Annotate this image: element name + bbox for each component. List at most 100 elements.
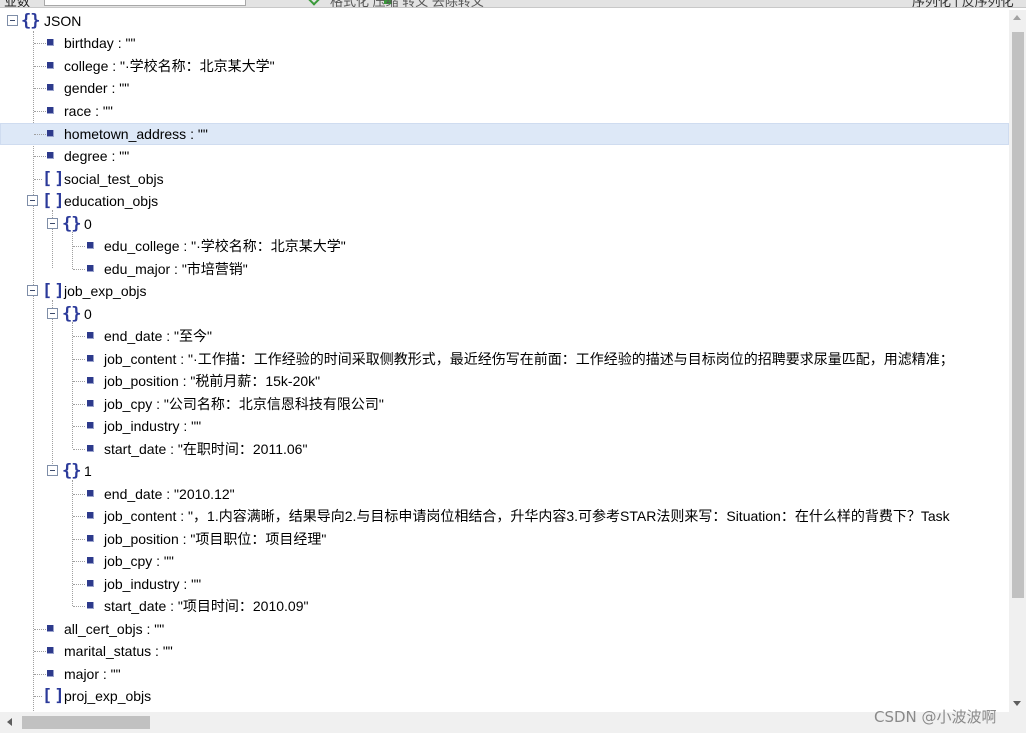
vertical-scroll-thumb[interactable]: [1012, 32, 1024, 598]
tree-node-job-content[interactable]: job_content : "·工作描：工作经验的时间采取侧教形式，最近经伤写在…: [0, 348, 1009, 370]
collapse-icon[interactable]: [47, 308, 58, 319]
collapse-icon[interactable]: [27, 195, 38, 206]
tree-node-job-exp-0[interactable]: {} 0: [0, 303, 1009, 325]
property-icon: [47, 107, 54, 114]
property-icon: [47, 152, 54, 159]
tree-node-label: end_date : "至今": [104, 328, 213, 344]
property-icon: [87, 557, 94, 564]
tree-node-job-content[interactable]: job_content : "，1.内容满晰，结果导向2.与目标申请岗位相结合，…: [0, 505, 1009, 527]
tree-node-root[interactable]: {} JSON: [0, 10, 1009, 32]
tree-node-label: start_date : "项目时间：2010.09": [104, 598, 309, 614]
tree-node-marital-status[interactable]: marital_status : "": [0, 640, 1009, 662]
vertical-scrollbar[interactable]: [1009, 10, 1026, 712]
tree-node-label: job_industry : "": [104, 418, 202, 434]
toolbar-right-actions[interactable]: 序列化 | 反序列化: [912, 0, 1014, 7]
tree-node-label: job_cpy : "公司名称：北京信恩科技有限公司": [104, 396, 384, 412]
tree-node-end-date[interactable]: end_date : "至今": [0, 325, 1009, 347]
tree-node-start-date[interactable]: start_date : "项目时间：2010.09": [0, 595, 1009, 617]
array-icon: []: [42, 281, 67, 301]
array-icon: []: [42, 191, 67, 211]
object-icon: {}: [62, 214, 82, 234]
collapse-icon[interactable]: [7, 15, 18, 26]
tree-node-major[interactable]: major : "": [0, 663, 1009, 685]
tree-node-start-date[interactable]: start_date : "在职时间：2011.06": [0, 438, 1009, 460]
tree-node-label: 1: [84, 463, 92, 479]
property-icon: [47, 84, 54, 91]
tree-node-gender[interactable]: gender : "": [0, 77, 1009, 99]
property-icon: [47, 625, 54, 632]
tree-node-proj-exp-objs[interactable]: [] proj_exp_objs: [0, 685, 1009, 707]
tree-node-label: 0: [84, 306, 92, 322]
watermark: CSDN @小波波啊: [874, 708, 997, 726]
tree-node-education-0[interactable]: {} 0: [0, 213, 1009, 235]
tree-node-job-exp-1[interactable]: {} 1: [0, 460, 1009, 482]
tree-node-label: education_objs: [64, 193, 159, 209]
tree-node-college[interactable]: college : "·学校名称：北京某大学": [0, 55, 1009, 77]
property-icon: [87, 332, 94, 339]
tree-node-label: race : "": [64, 103, 113, 119]
property-icon: [87, 377, 94, 384]
tree-node-all-cert-objs[interactable]: all_cert_objs : "": [0, 618, 1009, 640]
collapse-icon[interactable]: [27, 285, 38, 296]
tree-node-label: edu_college : "·学校名称：北京某大学": [104, 238, 346, 254]
scroll-down-icon[interactable]: [1013, 701, 1021, 706]
property-icon: [87, 422, 94, 429]
scroll-up-icon[interactable]: [1013, 15, 1021, 20]
tree-node-label: 0: [84, 216, 92, 232]
scroll-left-icon[interactable]: [7, 718, 12, 726]
object-icon: {}: [62, 461, 82, 481]
tree-node-hometown-address[interactable]: hometown_address : "": [0, 123, 1009, 145]
tree-node-degree[interactable]: degree : "": [0, 145, 1009, 167]
tree-node-job-cpy[interactable]: job_cpy : "": [0, 550, 1009, 572]
tree-node-label: job_position : "税前月薪：15k-20k": [104, 373, 321, 389]
toolbar-label: 业数: [4, 0, 31, 8]
tree-node-label: birthday : "": [64, 35, 136, 51]
tree-node-edu-college[interactable]: edu_college : "·学校名称：北京某大学": [0, 235, 1009, 257]
json-tree-view[interactable]: {} JSON birthday : "" college : "·学校名称：北…: [0, 10, 1009, 712]
array-icon: []: [42, 169, 67, 189]
property-icon: [47, 130, 54, 137]
tree-node-label: end_date : "2010.12": [104, 486, 235, 502]
tree-node-label: job_cpy : "": [104, 553, 174, 569]
toolbar-input[interactable]: [44, 0, 246, 6]
tree-node-label: all_cert_objs : "": [64, 621, 165, 637]
tree-node-job-position[interactable]: job_position : "税前月薪：15k-20k": [0, 370, 1009, 392]
tree-node-end-date[interactable]: end_date : "2010.12": [0, 483, 1009, 505]
tree-node-job-cpy[interactable]: job_cpy : "公司名称：北京信恩科技有限公司": [0, 393, 1009, 415]
tree-node-education-objs[interactable]: [] education_objs: [0, 190, 1009, 212]
tree-node-race[interactable]: race : "": [0, 100, 1009, 122]
check-icon[interactable]: [308, 0, 320, 6]
tree-node-birthday[interactable]: birthday : "": [0, 32, 1009, 54]
property-icon: [87, 355, 94, 362]
tree-node-edu-major[interactable]: edu_major : "市培营销": [0, 258, 1009, 280]
toolbar: 业数 格式化 压缩 转义 去除转义 序列化 | 反序列化: [0, 0, 1026, 8]
tree-node-label: gender : "": [64, 80, 130, 96]
tree-node-label: job_content : "·工作描：工作经验的时间采取侧教形式，最近经伤写在…: [104, 351, 954, 367]
tree-node-job-exp-objs[interactable]: [] job_exp_objs: [0, 280, 1009, 302]
tree-node-job-industry[interactable]: job_industry : "": [0, 573, 1009, 595]
property-icon: [87, 535, 94, 542]
collapse-icon[interactable]: [47, 218, 58, 229]
property-icon: [87, 242, 94, 249]
tree-node-label: edu_major : "市培营销": [104, 261, 248, 277]
horizontal-scrollbar[interactable]: [0, 712, 1009, 733]
tree-node-label: JSON: [44, 13, 82, 29]
array-icon: []: [42, 686, 67, 706]
scrollbar-corner: [1009, 712, 1026, 733]
tree-node-label: job_exp_objs: [64, 283, 147, 299]
tree-node-job-industry[interactable]: job_industry : "": [0, 415, 1009, 437]
horizontal-scroll-thumb[interactable]: [22, 716, 150, 729]
tree-node-job-position[interactable]: job_position : "项目职位：项目经理": [0, 528, 1009, 550]
property-icon: [87, 400, 94, 407]
tree-node-label: hometown_address : "": [64, 126, 208, 142]
collapse-icon[interactable]: [47, 465, 58, 476]
tree-node-label: job_industry : "": [104, 576, 202, 592]
property-icon: [87, 512, 94, 519]
property-icon: [87, 602, 94, 609]
tree-node-social-test-objs[interactable]: [] social_test_objs: [0, 168, 1009, 190]
property-icon: [47, 670, 54, 677]
toolbar-actions[interactable]: 格式化 压缩 转义 去除转义: [330, 0, 484, 7]
tree-node-label: start_date : "在职时间：2011.06": [104, 441, 308, 457]
tree-node-label: proj_exp_objs: [64, 688, 152, 704]
property-icon: [47, 39, 54, 46]
